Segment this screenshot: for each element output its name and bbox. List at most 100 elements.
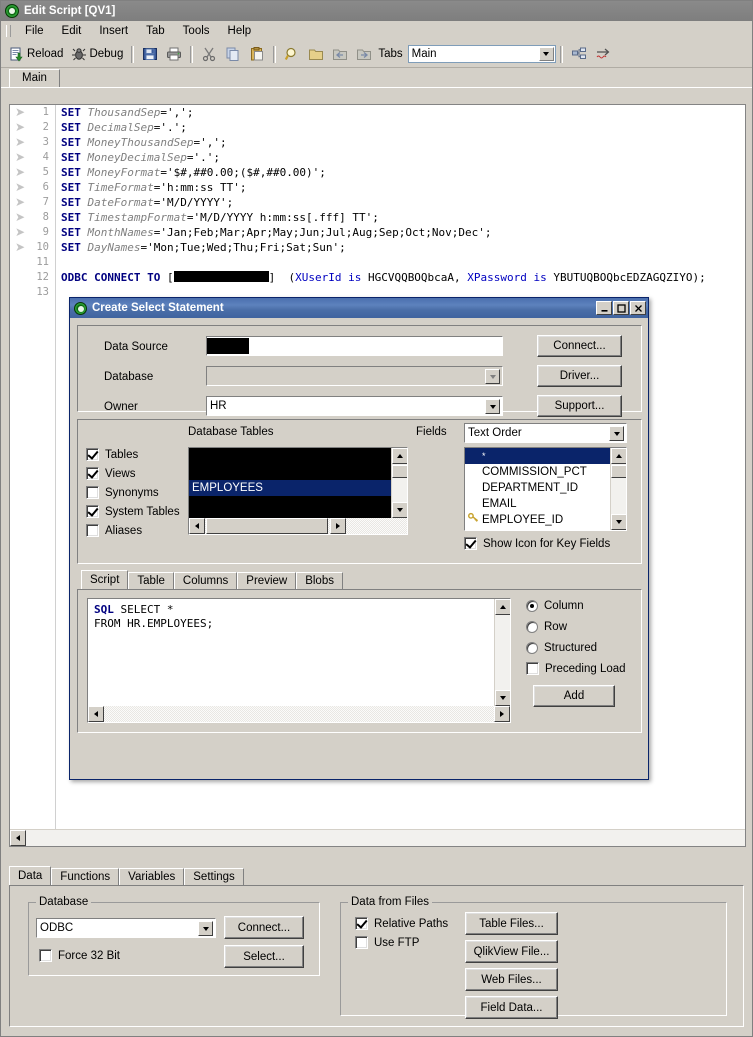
table-filter-aliases[interactable]: Aliases <box>86 524 181 537</box>
tables-vertical-scrollbar[interactable] <box>391 448 407 518</box>
bottom-tab-variables[interactable]: Variables <box>119 868 185 885</box>
structure-button[interactable] <box>567 42 591 66</box>
fields-vertical-scrollbar[interactable] <box>610 448 626 530</box>
database-combo[interactable] <box>206 366 503 386</box>
table-filter-synonyms[interactable]: Synonyms <box>86 486 181 499</box>
database-driver-combo[interactable]: ODBC <box>36 918 216 938</box>
db-connect-button[interactable]: Connect... <box>224 916 304 939</box>
menu-grip[interactable] <box>6 24 11 37</box>
menu-item-tab[interactable]: Tab <box>137 23 174 39</box>
editor-horizontal-scrollbar[interactable] <box>10 829 745 846</box>
preview-tab-script[interactable]: Script <box>81 570 129 589</box>
table-list-item[interactable]: EMPLOYEES <box>189 480 396 496</box>
field-data-button[interactable]: Field Data... <box>465 996 558 1019</box>
use-ftp-checkbox[interactable]: Use FTP <box>355 936 419 949</box>
database-chevron-down-icon[interactable] <box>485 369 500 384</box>
menu-item-tools[interactable]: Tools <box>174 23 219 39</box>
field-list-item[interactable]: COMMISSION_PCT <box>465 464 610 480</box>
database-tables-listbox[interactable]: EMPLOYEES <box>188 447 408 535</box>
field-list-item[interactable]: EMAIL <box>465 496 610 512</box>
web-files-button[interactable]: Web Files... <box>465 968 558 991</box>
tables-vertical-thumb[interactable] <box>392 465 407 478</box>
owner-chevron-down-icon[interactable] <box>485 399 500 414</box>
script-tab-main[interactable]: Main <box>9 69 60 88</box>
preview-tab-columns[interactable]: Columns <box>173 572 238 589</box>
tables-horizontal-scrollbar[interactable] <box>189 518 407 534</box>
driver-button[interactable]: Driver... <box>537 365 622 387</box>
table-list-item[interactable] <box>189 464 407 480</box>
tables-scroll-up-button[interactable] <box>392 448 407 464</box>
tables-scroll-left-button[interactable] <box>189 518 205 534</box>
fields-scroll-up-button[interactable] <box>611 448 626 464</box>
close-button[interactable] <box>630 301 646 315</box>
debug-button[interactable]: Debug <box>67 42 127 66</box>
paste-button[interactable] <box>245 42 269 66</box>
qlikview-file-button[interactable]: QlikView File... <box>465 940 558 963</box>
show-icon-key-fields-checkbox[interactable]: Show Icon for Key Fields <box>464 537 610 550</box>
table-filter-tables[interactable]: Tables <box>86 448 181 461</box>
bottom-tab-data[interactable]: Data <box>9 866 52 885</box>
copy-button[interactable] <box>221 42 245 66</box>
table-files-button[interactable]: Table Files... <box>465 912 558 935</box>
find-button[interactable] <box>280 42 304 66</box>
tables-horizontal-thumb[interactable] <box>206 518 328 534</box>
open-folder-button[interactable] <box>304 42 328 66</box>
db-select-button[interactable]: Select... <box>224 945 304 968</box>
sql-scroll-left-button[interactable] <box>88 706 104 722</box>
chevron-down-icon[interactable] <box>538 47 554 61</box>
sql-horizontal-scrollbar[interactable] <box>88 706 510 722</box>
sql-scroll-down-button[interactable] <box>495 690 510 706</box>
sql-vertical-scrollbar[interactable] <box>494 599 510 706</box>
field-order-chevron-down-icon[interactable] <box>609 426 624 441</box>
field-list-item[interactable]: * <box>465 448 610 464</box>
cut-button[interactable] <box>197 42 221 66</box>
data-source-input[interactable] <box>206 336 503 356</box>
menu-item-insert[interactable]: Insert <box>90 23 137 39</box>
editor-code[interactable]: SET ThousandSep=','; SET DecimalSep='.'; S… <box>61 105 706 300</box>
preview-tab-table[interactable]: Table <box>128 572 174 589</box>
sql-mode-radio-column[interactable]: Column <box>526 600 636 612</box>
maximize-button[interactable] <box>613 301 629 315</box>
table-list-item[interactable] <box>189 496 396 512</box>
menu-item-edit[interactable]: Edit <box>53 23 91 39</box>
fields-scroll-down-button[interactable] <box>611 514 626 530</box>
owner-combo[interactable]: HR <box>206 396 503 416</box>
support-button[interactable]: Support... <box>537 395 622 417</box>
sql-script-box[interactable]: SQL SELECT * FROM HR.EMPLOYEES; <box>87 598 511 723</box>
field-list-item[interactable]: DEPARTMENT_ID <box>465 480 610 496</box>
fields-listbox[interactable]: * COMMISSION_PCT DEPARTMENT_ID EMAIL EMPLOYE… <box>464 447 627 531</box>
save-button[interactable] <box>138 42 162 66</box>
add-button[interactable]: Add <box>533 685 615 707</box>
field-list-item[interactable]: EMPLOYEE_ID <box>465 512 610 528</box>
tab-select-combo[interactable]: Main <box>407 45 556 63</box>
redo-button[interactable] <box>352 42 376 66</box>
table-list-item[interactable] <box>189 448 407 464</box>
force-32bit-checkbox[interactable]: Force 32 Bit <box>39 949 120 962</box>
bottom-tab-functions[interactable]: Functions <box>51 868 120 885</box>
scroll-left-button[interactable] <box>10 830 26 846</box>
driver-chevron-down-icon[interactable] <box>198 921 213 936</box>
sql-scroll-right-button[interactable] <box>494 706 510 722</box>
menu-item-file[interactable]: File <box>16 23 53 39</box>
tables-scroll-right-button[interactable] <box>330 518 346 534</box>
preview-tab-preview[interactable]: Preview <box>237 572 297 589</box>
minimize-button[interactable] <box>596 301 612 315</box>
preceding-load-checkbox[interactable]: Preceding Load <box>526 662 626 675</box>
sql-scroll-up-button[interactable] <box>495 599 510 615</box>
bottom-tab-settings[interactable]: Settings <box>184 868 244 885</box>
undo-button[interactable] <box>328 42 352 66</box>
print-button[interactable] <box>162 42 186 66</box>
relative-paths-checkbox[interactable]: Relative Paths <box>355 917 448 930</box>
reload-button[interactable]: Reload <box>5 42 67 66</box>
fields-vertical-thumb[interactable] <box>611 465 626 478</box>
field-order-combo[interactable]: Text Order <box>464 423 627 443</box>
sql-mode-radio-row[interactable]: Row <box>526 621 636 633</box>
tables-scroll-down-button[interactable] <box>392 502 407 518</box>
sql-mode-radio-structured[interactable]: Structured <box>526 642 636 654</box>
menu-item-help[interactable]: Help <box>219 23 261 39</box>
table-filter-system-tables[interactable]: System Tables <box>86 505 181 518</box>
connect-button[interactable]: Connect... <box>537 335 622 357</box>
table-filter-views[interactable]: Views <box>86 467 181 480</box>
syntax-button[interactable] <box>591 42 615 66</box>
preview-tab-blobs[interactable]: Blobs <box>296 572 343 589</box>
